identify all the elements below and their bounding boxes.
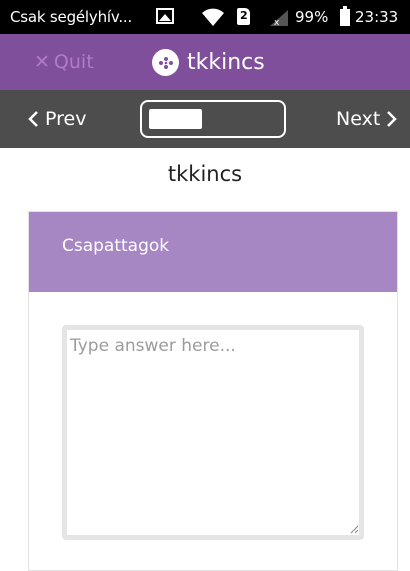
sim-icon: 2 (237, 8, 250, 25)
next-button[interactable]: Next (336, 108, 398, 130)
next-label: Next (336, 108, 381, 130)
page-selector[interactable] (140, 100, 286, 138)
card-header: Csapattagok (29, 212, 397, 292)
svg-text:x: x (274, 18, 280, 26)
quit-label: Quit (53, 51, 94, 73)
question-card: Csapattagok (28, 211, 398, 571)
app-title: tkkincs (187, 50, 265, 75)
prev-label: Prev (45, 108, 87, 130)
page-indicator (149, 109, 202, 129)
resize-grip-icon[interactable] (349, 524, 359, 534)
question-label: Csapattagok (62, 236, 170, 256)
image-notification-icon (156, 8, 174, 24)
close-icon: ✕ (34, 51, 50, 73)
app-bar: ✕ Quit tkkincs (0, 34, 410, 90)
quit-button[interactable]: ✕ Quit (34, 51, 94, 73)
prev-button[interactable]: Prev (27, 108, 86, 130)
clock: 23:33 (355, 8, 399, 26)
app-logo: tkkincs (152, 49, 265, 76)
nav-bar: Prev Next (0, 90, 410, 148)
status-bar: Csak segélyhív... 2 x 99% 23:33 (0, 0, 410, 34)
battery-percent: 99% (295, 8, 329, 26)
logo-icon (152, 49, 179, 76)
signal-icon: x (270, 10, 288, 26)
chevron-left-icon (28, 111, 38, 127)
wifi-icon (202, 8, 224, 26)
page-title: tkkincs (167, 162, 243, 186)
notification-text: Csak segélyhív... (10, 8, 133, 26)
answer-input[interactable] (62, 325, 364, 540)
battery-icon (340, 6, 350, 26)
chevron-right-icon (387, 111, 398, 127)
